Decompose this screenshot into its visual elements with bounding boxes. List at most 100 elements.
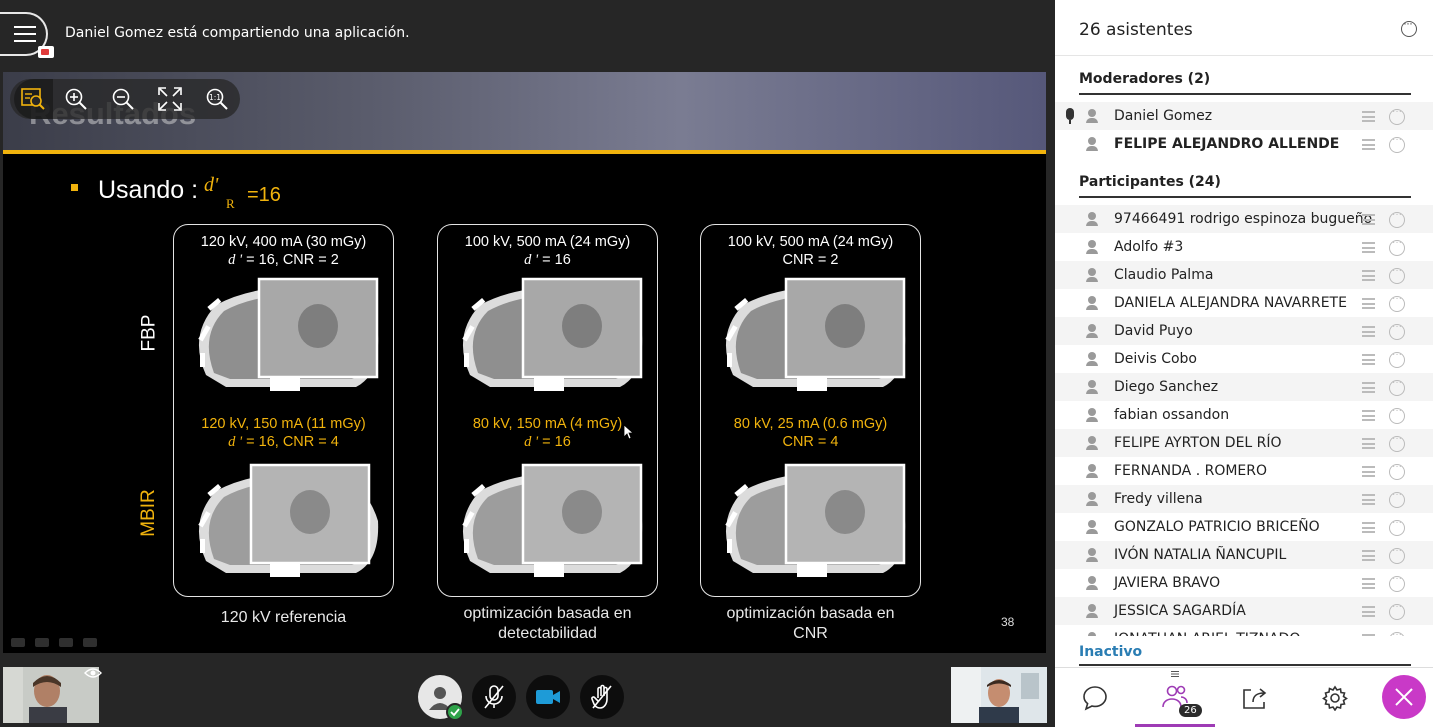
panel-caption: 120 kV referencia [143,608,424,628]
mbir-metrics: d ' = 16, CNR = 4 [174,433,393,451]
list-view-icon[interactable] [1362,550,1375,561]
participant-row[interactable]: GONZALO PATRICIO BRICEÑO [1055,513,1433,541]
moderator-row[interactable]: FELIPE ALEJANDRO ALLENDE [1055,130,1433,158]
user-icon [1086,109,1098,123]
row-more-icon[interactable] [1389,106,1405,125]
row-more-icon[interactable] [1389,265,1405,284]
row-more-icon[interactable] [1389,433,1405,452]
row-more-icon[interactable] [1389,545,1405,564]
row-more-icon[interactable] [1389,573,1405,592]
list-view-icon[interactable] [1362,466,1375,477]
row-more-icon[interactable] [1389,629,1405,636]
participant-row[interactable]: Adolfo #3 [1055,233,1433,261]
raise-hand-button[interactable] [580,675,624,719]
presenter-video-thumbnail[interactable] [951,667,1047,723]
participant-row[interactable]: DANIELA ALEJANDRA NAVARRETE [1055,289,1433,317]
row-more-icon[interactable] [1389,489,1405,508]
list-view-icon[interactable] [1362,410,1375,421]
attendees-count-title: 26 asistentes [1079,20,1193,40]
participant-row[interactable]: David Puyo [1055,317,1433,345]
next-slide-icon[interactable] [83,638,97,647]
list-view-icon[interactable] [1362,242,1375,253]
participant-row[interactable]: IVÓN NATALIA ÑANCUPIL [1055,541,1433,569]
session-menu-button[interactable] [0,12,54,58]
row-more-icon[interactable] [1389,601,1405,620]
user-icon [1086,296,1098,310]
more-options-icon[interactable] [1401,16,1417,37]
comparison-panel: 100 kV, 500 mA (24 mGy) CNR = 2 80 kV, 25 … [700,224,921,597]
moderator-row[interactable]: Daniel Gomez [1055,102,1433,130]
actual-size-icon[interactable]: 1:1 [193,79,240,119]
row-more-icon[interactable] [1389,405,1405,424]
camera-button[interactable] [526,675,570,719]
list-view-icon[interactable] [1362,578,1375,589]
list-view-icon[interactable] [1362,214,1375,225]
microphone-active-icon [1066,108,1074,124]
bottom-control-bar [0,663,1055,727]
moderators-section-title: Moderadores (2) [1079,71,1411,95]
participant-row[interactable]: JESSICA SAGARDÍA [1055,597,1433,625]
list-view-icon[interactable] [1362,270,1375,281]
attendee-name: David Puyo [1114,323,1193,339]
panel-caption-line2: detectabilidad [498,625,597,642]
tab-settings[interactable] [1295,668,1375,727]
participants-section-title: Participantes (24) [1079,174,1411,198]
zoom-out-icon[interactable] [100,79,147,119]
status-check-icon [446,703,464,721]
row-more-icon[interactable] [1389,349,1405,368]
microphone-button[interactable] [472,675,516,719]
row-more-icon[interactable] [1389,517,1405,536]
list-view-icon[interactable] [1362,354,1375,365]
zoom-area-icon[interactable] [14,79,53,119]
mbir-params: 120 kV, 150 mA (11 mGy) [201,416,366,432]
participant-row[interactable]: FELIPE AYRTON DEL RÍO [1055,429,1433,457]
row-more-icon[interactable] [1389,209,1405,228]
svg-text:1:1: 1:1 [209,93,221,102]
prev-slide-icon[interactable] [11,638,25,647]
pen-icon[interactable] [35,638,49,647]
notes-icon[interactable] [59,638,73,647]
attendee-name: JESSICA SAGARDÍA [1114,603,1246,619]
participant-row[interactable]: JONATHAN ARIEL TIZNADO [1055,625,1433,636]
fbp-metric-value: = 16 [538,252,571,268]
list-view-icon[interactable] [1362,111,1375,122]
tab-attendees[interactable]: 26 [1135,668,1215,727]
row-more-icon[interactable] [1389,321,1405,340]
participant-row[interactable]: 97466491 rodrigo espinoza bugueño [1055,205,1433,233]
attendee-name: GONZALO PATRICIO BRICEÑO [1114,519,1320,535]
status-avatar-button[interactable] [418,675,464,721]
participant-row[interactable]: Diego Sanchez [1055,373,1433,401]
tab-share-content[interactable] [1215,668,1295,727]
row-more-icon[interactable] [1389,461,1405,480]
row-more-icon[interactable] [1389,237,1405,256]
participant-row[interactable]: fabian ossandon [1055,401,1433,429]
inactive-section-link[interactable]: Inactivo [1079,644,1142,660]
row-more-icon[interactable] [1389,377,1405,396]
row-more-icon[interactable] [1389,293,1405,312]
close-panel-button[interactable] [1382,675,1426,719]
tab-menu-icon [1171,671,1179,677]
list-view-icon[interactable] [1362,139,1375,150]
mbir-metric-value: = 16, CNR = 4 [242,434,339,450]
participant-row[interactable]: JAVIERA BRAVO [1055,569,1433,597]
fit-screen-icon[interactable] [147,79,194,119]
user-icon [1086,380,1098,394]
tab-chat[interactable] [1055,668,1135,727]
list-view-icon[interactable] [1362,606,1375,617]
list-view-icon[interactable] [1362,634,1375,636]
list-view-icon[interactable] [1362,522,1375,533]
participant-row[interactable]: FERNANDA . ROMERO [1055,457,1433,485]
participant-row[interactable]: Claudio Palma [1055,261,1433,289]
list-view-icon[interactable] [1362,438,1375,449]
media-controls [418,675,624,721]
participant-row[interactable]: Fredy villena [1055,485,1433,513]
zoom-in-icon[interactable] [53,79,100,119]
row-more-icon[interactable] [1389,134,1405,153]
user-icon [1086,548,1098,562]
list-view-icon[interactable] [1362,382,1375,393]
list-view-icon[interactable] [1362,494,1375,505]
list-view-icon[interactable] [1362,326,1375,337]
participant-row[interactable]: Deivis Cobo [1055,345,1433,373]
list-view-icon[interactable] [1362,298,1375,309]
panel-header: 26 asistentes [1055,0,1433,56]
